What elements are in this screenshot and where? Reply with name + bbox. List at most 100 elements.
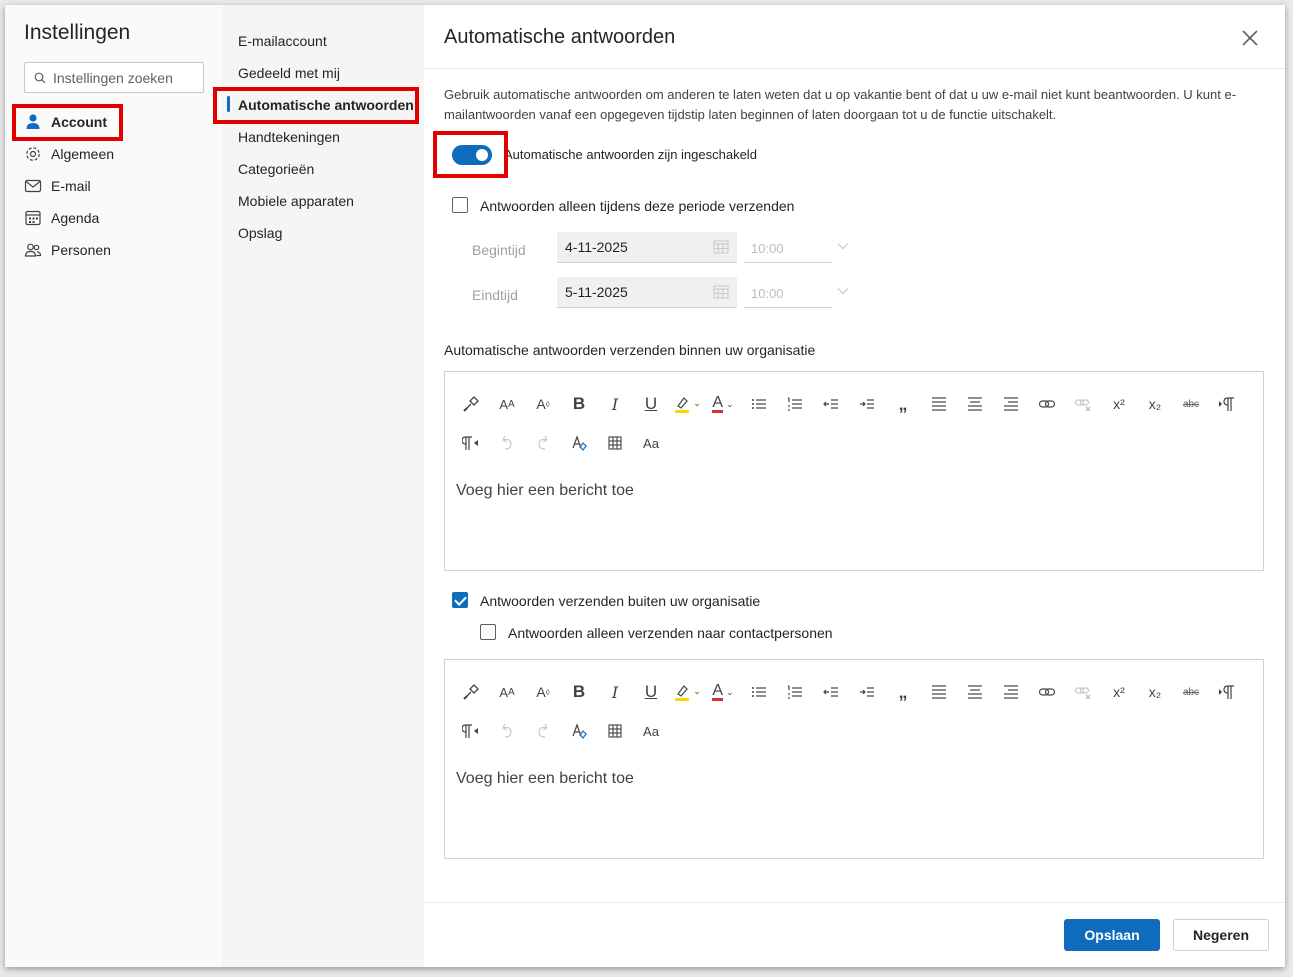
font-grow-icon[interactable]: A ◊	[525, 678, 561, 706]
underline-button[interactable]: U	[633, 390, 669, 418]
font-size-icon[interactable]: AA	[489, 390, 525, 418]
numbering-icon[interactable]	[777, 390, 813, 418]
highlight-icon[interactable]: ⌄	[669, 678, 705, 706]
subnav-item-emailaccount[interactable]: E-mailaccount	[238, 27, 327, 55]
subnav-item-gedeeld[interactable]: Gedeeld met mij	[238, 59, 340, 87]
change-case-button[interactable]: Aa	[633, 429, 669, 457]
nav-item-agenda[interactable]: Agenda	[24, 204, 99, 232]
format-painter-icon[interactable]	[453, 390, 489, 418]
inside-org-editor[interactable]: AA A ◊ B I U ⌄ A ⌄ „ x² x₂ abc Aa Voeg h…	[444, 371, 1264, 571]
align-center-icon[interactable]	[957, 678, 993, 706]
superscript-button[interactable]: x²	[1101, 678, 1137, 706]
active-indicator	[227, 96, 230, 112]
increase-indent-icon[interactable]	[849, 390, 885, 418]
settings-search-input[interactable]	[53, 69, 193, 86]
end-time-field[interactable]: 10:00	[744, 277, 832, 308]
align-left-icon[interactable]	[921, 678, 957, 706]
unlink-icon[interactable]	[1065, 678, 1101, 706]
close-icon[interactable]	[1241, 29, 1259, 47]
calendar-icon	[713, 240, 729, 254]
clear-formatting-icon[interactable]	[561, 717, 597, 745]
nav-item-account[interactable]: Account	[24, 108, 107, 136]
quote-button[interactable]: „	[885, 678, 921, 706]
font-grow-icon[interactable]: A ◊	[525, 390, 561, 418]
increase-indent-icon[interactable]	[849, 678, 885, 706]
font-color-icon[interactable]: A ⌄	[705, 678, 741, 706]
quote-button[interactable]: „	[885, 390, 921, 418]
rtl-icon[interactable]	[453, 429, 489, 457]
rtl-icon[interactable]	[453, 717, 489, 745]
subnav-item-opslag[interactable]: Opslag	[238, 219, 282, 247]
font-size-icon[interactable]: AA	[489, 678, 525, 706]
settings-search[interactable]	[24, 62, 204, 93]
redo-icon[interactable]	[525, 717, 561, 745]
undo-icon[interactable]	[489, 429, 525, 457]
align-right-icon[interactable]	[993, 390, 1029, 418]
bullets-icon[interactable]	[741, 390, 777, 418]
nav-item-algemeen[interactable]: Algemeen	[24, 140, 114, 168]
subscript-button[interactable]: x₂	[1137, 390, 1173, 418]
ltr-icon[interactable]	[1209, 390, 1245, 418]
calendar-icon	[713, 285, 729, 299]
strikethrough-button[interactable]: abc	[1173, 678, 1209, 706]
bullets-icon[interactable]	[741, 678, 777, 706]
ltr-icon[interactable]	[1209, 678, 1245, 706]
superscript-button[interactable]: x²	[1101, 390, 1137, 418]
footer-divider	[424, 902, 1285, 903]
start-time-field[interactable]: 10:00	[744, 232, 832, 263]
settings-title: Instellingen	[24, 21, 131, 44]
redo-icon[interactable]	[525, 429, 561, 457]
chevron-down-icon[interactable]	[837, 242, 849, 250]
italic-button[interactable]: I	[597, 390, 633, 418]
bold-button[interactable]: B	[561, 390, 597, 418]
editor-toolbar-row: AA A ◊ B I U ⌄ A ⌄ „ x² x₂ abc	[453, 678, 1245, 706]
subnav-item-categorieen[interactable]: Categorieën	[238, 155, 314, 183]
clear-formatting-icon[interactable]	[561, 429, 597, 457]
change-case-button[interactable]: Aa	[633, 717, 669, 745]
chevron-down-icon[interactable]	[837, 287, 849, 295]
font-color-icon[interactable]: A ⌄	[705, 390, 741, 418]
period-checkbox[interactable]	[452, 197, 468, 213]
numbering-icon[interactable]	[777, 678, 813, 706]
subnav-item-automatische-antwoorden[interactable]: Automatische antwoorden	[238, 91, 414, 119]
align-center-icon[interactable]	[957, 390, 993, 418]
account-subnav: E-mailaccount Gedeeld met mij Automatisc…	[213, 5, 424, 967]
underline-button[interactable]: U	[633, 678, 669, 706]
format-painter-icon[interactable]	[453, 678, 489, 706]
auto-reply-panel: Automatische antwoorden Gebruik automati…	[424, 5, 1285, 967]
contacts-only-checkbox[interactable]	[480, 624, 496, 640]
link-icon[interactable]	[1029, 390, 1065, 418]
save-button[interactable]: Opslaan	[1064, 919, 1160, 951]
editor-toolbar-row: AA A ◊ B I U ⌄ A ⌄ „ x² x₂ abc	[453, 390, 1245, 418]
table-icon[interactable]	[597, 429, 633, 457]
unlink-icon[interactable]	[1065, 390, 1101, 418]
discard-button[interactable]: Negeren	[1173, 919, 1269, 951]
outside-org-editor[interactable]: AA A ◊ B I U ⌄ A ⌄ „ x² x₂ abc Aa Voeg h…	[444, 659, 1264, 859]
contacts-only-label: Antwoorden alleen verzenden naar contact…	[508, 625, 833, 641]
align-right-icon[interactable]	[993, 678, 1029, 706]
decrease-indent-icon[interactable]	[813, 390, 849, 418]
period-checkbox-label: Antwoorden alleen tijdens deze periode v…	[480, 198, 795, 214]
nav-item-personen[interactable]: Personen	[24, 236, 111, 264]
link-icon[interactable]	[1029, 678, 1065, 706]
editor-placeholder: Voeg hier een bericht toe	[456, 770, 634, 787]
italic-button[interactable]: I	[597, 678, 633, 706]
decrease-indent-icon[interactable]	[813, 678, 849, 706]
auto-reply-toggle[interactable]	[452, 145, 492, 165]
outside-org-checkbox[interactable]	[452, 592, 468, 608]
subscript-button[interactable]: x₂	[1137, 678, 1173, 706]
highlight-icon[interactable]: ⌄	[669, 390, 705, 418]
subnav-item-handtekeningen[interactable]: Handtekeningen	[238, 123, 340, 151]
end-date-field[interactable]: 5-11-2025	[557, 277, 737, 308]
nav-item-label: Account	[51, 114, 107, 130]
table-icon[interactable]	[597, 717, 633, 745]
undo-icon[interactable]	[489, 717, 525, 745]
strikethrough-button[interactable]: abc	[1173, 390, 1209, 418]
start-date-field[interactable]: 4-11-2025	[557, 232, 737, 263]
description: Gebruik automatische antwoorden om ander…	[444, 87, 1237, 122]
bold-button[interactable]: B	[561, 678, 597, 706]
align-left-icon[interactable]	[921, 390, 957, 418]
subnav-item-mobiele-apparaten[interactable]: Mobiele apparaten	[238, 187, 354, 215]
end-date-value: 5-11-2025	[565, 284, 628, 300]
nav-item-email[interactable]: E-mail	[24, 172, 91, 200]
